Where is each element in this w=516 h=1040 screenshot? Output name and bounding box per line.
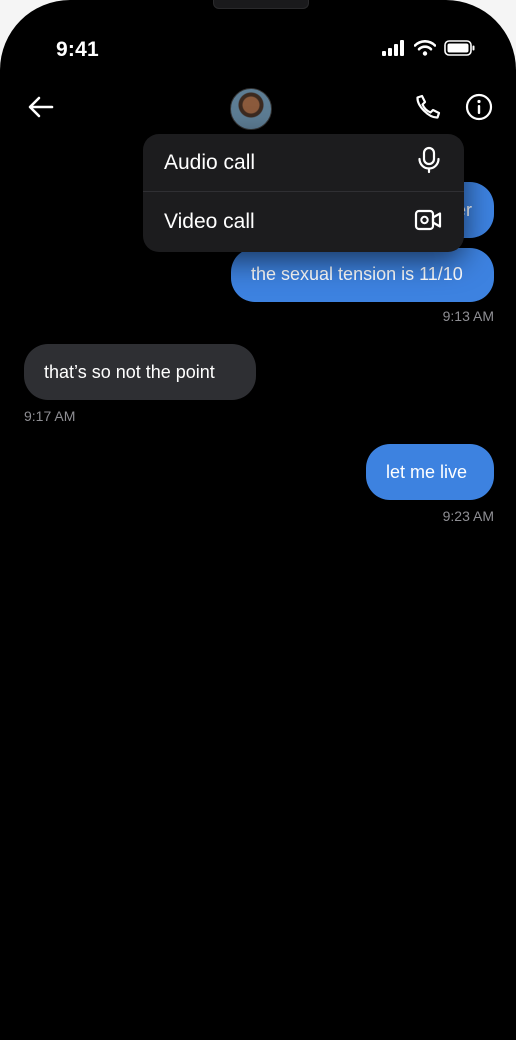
info-button[interactable] [464, 93, 494, 126]
message-text: let me live [386, 462, 468, 482]
call-options-menu: Audio call Video call [143, 134, 464, 252]
info-icon [465, 93, 493, 126]
wifi-icon [414, 40, 436, 56]
message-text: that’s so not the point [44, 362, 215, 382]
message-timestamp: 9:13 AM [442, 308, 494, 324]
message-bubble-incoming[interactable]: that’s so not the point [24, 344, 256, 400]
status-time: 9:41 [56, 38, 99, 61]
call-button[interactable] [412, 94, 444, 124]
message-timestamp: 9:23 AM [442, 508, 494, 524]
phone-screen: 9:41 the sexual tension is 11/10 9:13 AM… [0, 0, 516, 1040]
speaker-notch [213, 0, 309, 9]
video-camera-icon [414, 208, 442, 237]
contact-avatar[interactable] [230, 88, 272, 130]
message-bubble-outgoing[interactable]: the sexual tension is 11/10 [231, 248, 494, 302]
video-call-label: Video call [164, 210, 255, 233]
page: 9:41 the sexual tension is 11/10 9:13 AM… [0, 0, 516, 1040]
message-timestamp: 9:17 AM [24, 408, 76, 424]
phone-icon [414, 93, 442, 126]
arrow-left-icon [28, 96, 54, 123]
status-icons [382, 40, 476, 56]
audio-call-label: Audio call [164, 150, 256, 174]
video-call-option[interactable]: Video call [143, 193, 464, 251]
battery-icon [444, 40, 476, 56]
audio-call-option[interactable]: Audio call [143, 134, 464, 192]
microphone-icon [416, 146, 442, 179]
back-button[interactable] [26, 94, 56, 124]
message-bubble-outgoing[interactable]: let me live [366, 444, 494, 500]
cellular-signal-icon [382, 40, 406, 56]
message-text: the sexual tension is 11/10 [251, 264, 463, 284]
